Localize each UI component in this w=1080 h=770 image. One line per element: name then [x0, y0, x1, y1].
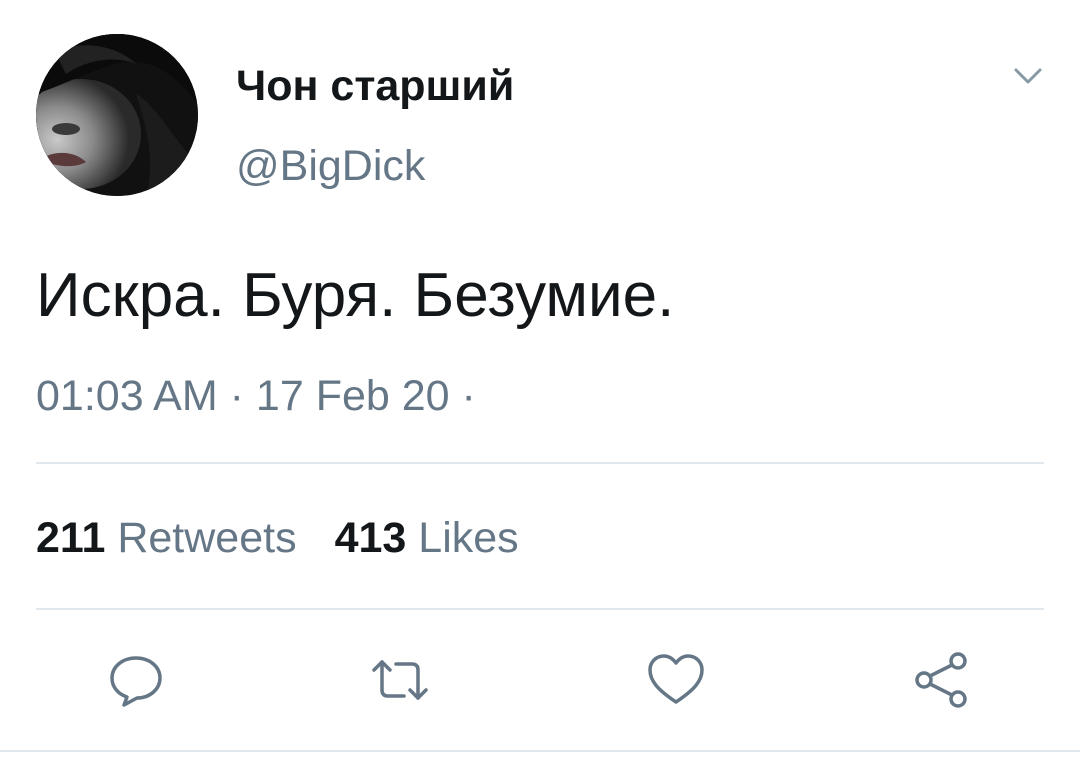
divider — [36, 462, 1044, 464]
tweet-date: 17 Feb 20 — [255, 372, 450, 420]
likes-stat[interactable]: 413 Likes — [335, 514, 519, 562]
retweets-label: Retweets — [117, 514, 297, 562]
avatar[interactable] — [36, 34, 198, 196]
tweet-timestamp: 01:03 AM · 17 Feb 20 · — [36, 366, 476, 426]
reply-icon — [110, 656, 162, 707]
divider — [36, 608, 1044, 610]
tweet-detail: Чон старший @BigDick Искра. Буря. Безуми… — [0, 0, 1080, 770]
retweet-button[interactable] — [368, 648, 432, 712]
tweet-stats: 211 Retweets 413 Likes — [36, 508, 519, 568]
likes-label: Likes — [418, 514, 519, 562]
likes-count: 413 — [334, 514, 407, 562]
display-name[interactable]: Чон старший — [236, 56, 514, 116]
share-button[interactable] — [910, 648, 974, 712]
retweet-icon — [372, 660, 428, 700]
reply-button[interactable] — [104, 648, 168, 712]
like-button[interactable] — [644, 648, 708, 712]
retweets-count: 211 — [36, 514, 106, 562]
retweets-stat[interactable]: 211 Retweets — [36, 514, 297, 562]
avatar-photo-icon — [36, 34, 198, 196]
like-icon — [648, 654, 704, 704]
meta-separator-trailing: · — [461, 372, 476, 420]
share-icon — [915, 652, 967, 708]
tweet-text: Искра. Буря. Безумие. — [36, 261, 675, 330]
user-handle[interactable]: @BigDick — [236, 136, 425, 196]
tweet-time: 01:03 AM — [36, 372, 218, 420]
meta-separator: · — [229, 372, 244, 420]
chevron-down-icon[interactable] — [1010, 62, 1046, 90]
divider — [0, 750, 1080, 752]
